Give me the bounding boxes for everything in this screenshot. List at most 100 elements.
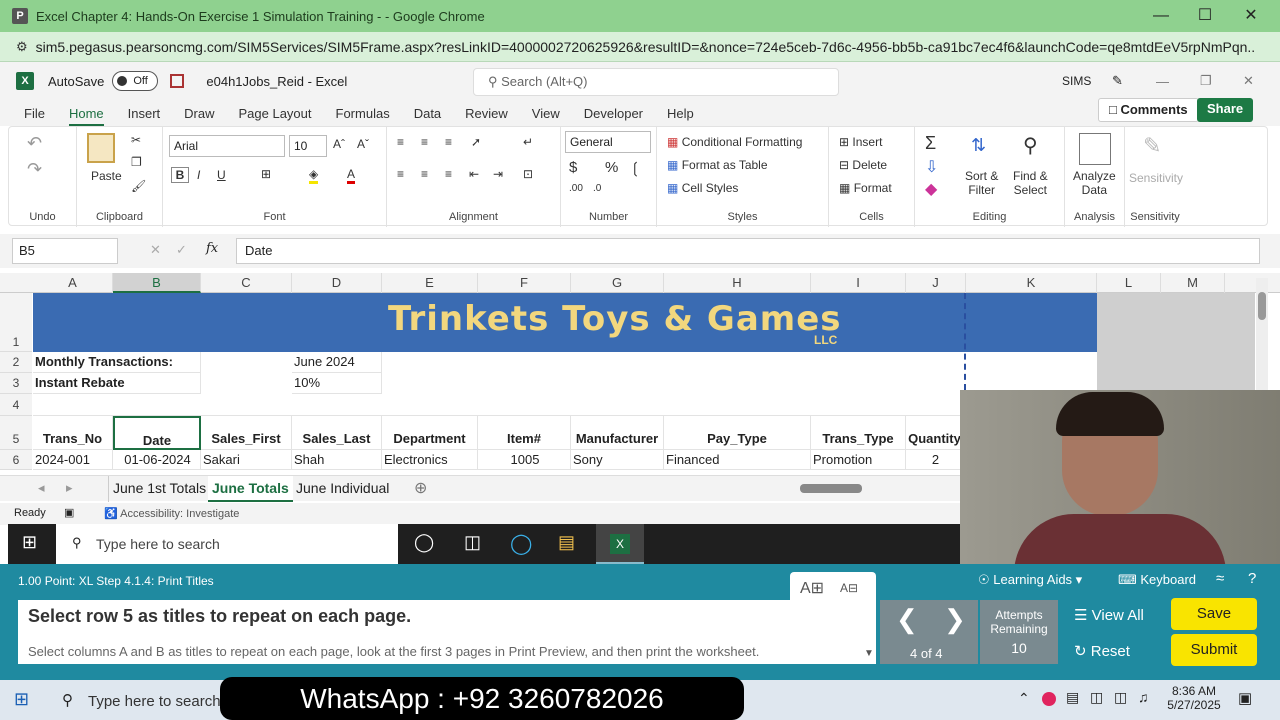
center-icon[interactable]: ≡ <box>421 167 428 181</box>
network-icon[interactable]: ▤ <box>1066 689 1079 706</box>
column-header[interactable]: C <box>201 273 292 293</box>
excel-restore-icon[interactable]: ❐ <box>1200 73 1212 89</box>
pen-icon[interactable]: ✎ <box>1112 73 1123 89</box>
tab-review[interactable]: Review <box>453 106 520 121</box>
reset-button[interactable]: ↻ Reset <box>1074 642 1130 660</box>
redo-icon[interactable]: ↷ <box>27 159 42 180</box>
sort-filter-icon[interactable]: ⇅ <box>971 135 986 156</box>
top-align-icon[interactable]: ≡ <box>397 135 404 149</box>
column-header[interactable]: I <box>811 273 906 293</box>
sheet-tab[interactable]: June 1st Totals <box>108 476 210 502</box>
excel-close-icon[interactable]: ✕ <box>1243 73 1254 89</box>
next-step-icon[interactable]: ❯ <box>944 604 966 635</box>
tab-draw[interactable]: Draw <box>172 106 226 121</box>
formula-input[interactable]: Date <box>236 238 1260 264</box>
cell-d3[interactable]: 10% <box>292 373 382 394</box>
sensitivity-icon[interactable]: ✎ <box>1143 133 1161 159</box>
add-sheet-icon[interactable]: ⊕ <box>414 478 427 498</box>
column-header[interactable]: E <box>382 273 478 293</box>
row-header[interactable]: 1 <box>0 293 32 352</box>
tab-help[interactable]: Help <box>655 106 706 121</box>
tab-page-layout[interactable]: Page Layout <box>227 106 324 121</box>
taskbar-search[interactable]: ⚲ Type here to search <box>56 524 398 564</box>
table-cell[interactable]: Sony <box>571 450 664 470</box>
undo-icon[interactable]: ↶ <box>27 133 42 154</box>
underline-button[interactable]: U <box>217 168 226 182</box>
header-pay-type[interactable]: Pay_Type <box>664 416 811 450</box>
tab-insert[interactable]: Insert <box>116 106 173 121</box>
maximize-icon[interactable]: ☐ <box>1182 0 1228 32</box>
row-header[interactable]: 2 <box>0 352 32 373</box>
paste-label[interactable]: Paste <box>91 169 122 183</box>
column-header[interactable]: G <box>571 273 664 293</box>
column-header[interactable]: B <box>113 273 201 293</box>
chevron-up-icon[interactable]: ⌃ <box>1018 690 1030 707</box>
help-icon[interactable]: ? <box>1248 570 1256 587</box>
align-right-icon[interactable]: ≡ <box>445 167 452 181</box>
volume-icon[interactable]: ♫ <box>1138 689 1149 705</box>
scroll-down-icon[interactable]: ▼ <box>864 648 874 659</box>
sheet-tab[interactable]: June Individual <box>292 476 393 502</box>
merge-center-icon[interactable]: ⊡ <box>523 167 533 181</box>
wrap-text-icon[interactable]: ↵ <box>523 135 533 149</box>
borders-icon[interactable]: ⊞ <box>261 167 271 181</box>
tab-view[interactable]: View <box>520 106 572 121</box>
clear-icon[interactable]: ◆ <box>925 179 937 199</box>
excel-taskbar-icon[interactable]: X <box>596 524 644 564</box>
decrease-decimal-icon[interactable]: .0 <box>593 183 601 194</box>
header-manufacturer[interactable]: Manufacturer <box>571 416 664 450</box>
submit-button[interactable]: Submit <box>1171 634 1257 666</box>
save-button[interactable]: Save <box>1171 598 1257 630</box>
align-left-icon[interactable]: ≡ <box>397 167 404 181</box>
next-sheet-icon[interactable]: ▸ <box>66 480 73 496</box>
increase-font-icon[interactable]: Aˆ <box>333 137 345 151</box>
sort-filter-button[interactable]: Sort & Filter <box>965 169 998 197</box>
comments-button[interactable]: □ Comments <box>1098 98 1199 122</box>
notification-icon[interactable]: ▣ <box>1238 689 1252 707</box>
header-quantity[interactable]: Quantity <box>906 416 964 450</box>
address-bar[interactable]: ⚙ sim5.pegasus.pearsoncmg.com/SIM5Servic… <box>0 32 1280 62</box>
column-header[interactable]: A <box>33 273 113 293</box>
format-painter-icon[interactable]: 🖌 <box>131 179 146 193</box>
table-cell[interactable]: Promotion <box>811 450 906 470</box>
table-cell[interactable]: 2024-001 <box>33 450 113 470</box>
scroll-thumb[interactable] <box>1258 292 1266 320</box>
sheet-tab-active[interactable]: June Totals <box>208 476 293 502</box>
view-all-button[interactable]: ☰ View All <box>1074 606 1144 624</box>
tab-file[interactable]: File <box>0 106 57 121</box>
header-trans-no[interactable]: Trans_No <box>33 416 113 450</box>
horizontal-scroll-thumb[interactable] <box>800 484 862 493</box>
format-cells-button[interactable]: ▦ Format <box>839 181 892 195</box>
cortana-icon[interactable]: ◯ <box>414 532 434 553</box>
column-header[interactable]: F <box>478 273 571 293</box>
table-cell[interactable]: Shah <box>292 450 382 470</box>
middle-align-icon[interactable]: ≡ <box>421 135 428 149</box>
table-cell[interactable]: Sakari <box>201 450 292 470</box>
site-info-icon[interactable]: ⚙ <box>16 39 28 55</box>
minimize-icon[interactable]: — <box>1138 0 1184 32</box>
insert-function-icon[interactable]: fx <box>206 241 218 256</box>
bold-button[interactable]: B <box>171 167 189 183</box>
cut-icon[interactable]: ✂ <box>131 133 141 147</box>
decrease-font-icon[interactable]: Aˇ <box>357 137 369 151</box>
number-format-select[interactable]: General <box>565 131 651 153</box>
conditional-formatting-button[interactable]: ▦ Conditional Formatting <box>667 135 802 149</box>
decrease-indent-icon[interactable]: ⇤ <box>469 167 479 181</box>
orientation-icon[interactable]: ➚ <box>471 135 481 149</box>
file-explorer-icon[interactable]: ▤ <box>558 532 575 553</box>
increase-decimal-icon[interactable]: .00 <box>569 183 583 194</box>
header-item[interactable]: Item# <box>478 416 571 450</box>
header-department[interactable]: Department <box>382 416 478 450</box>
search-input[interactable]: ⚲ Search (Alt+Q) <box>473 68 839 96</box>
network-status-icon[interactable]: ◫ <box>1114 689 1127 706</box>
title-banner[interactable]: Trinkets Toys & Games LLC <box>33 293 1097 352</box>
header-date-selected[interactable]: Date <box>113 416 201 450</box>
prev-sheet-icon[interactable]: ◂ <box>38 480 45 496</box>
save-icon[interactable] <box>170 74 185 88</box>
close-icon[interactable]: ✕ <box>1228 0 1274 32</box>
format-as-table-button[interactable]: ▦ Format as Table <box>667 158 768 172</box>
macro-icon[interactable]: ▣ <box>64 506 74 519</box>
table-cell[interactable]: 2 <box>906 450 964 470</box>
row-header[interactable]: 4 <box>0 394 32 416</box>
increase-text-icon[interactable]: A⊞ <box>800 578 824 598</box>
